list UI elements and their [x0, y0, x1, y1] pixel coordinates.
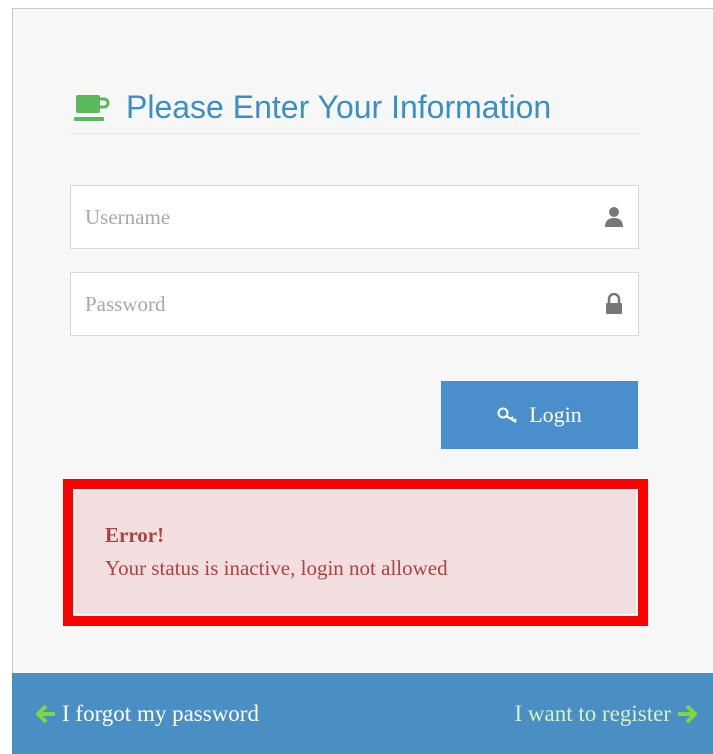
error-highlight: Error! Your status is inactive, login no…: [63, 479, 648, 626]
form-header: Please Enter Your Information: [70, 82, 640, 134]
arrow-left-icon: [36, 704, 55, 723]
page-title: Please Enter Your Information: [126, 89, 552, 125]
error-alert: Error! Your status is inactive, login no…: [75, 491, 636, 614]
login-button-label: Login: [529, 402, 582, 427]
lock-icon: [606, 293, 622, 314]
key-icon: [497, 407, 517, 423]
arrow-right-icon: [678, 704, 697, 723]
forgot-password-link[interactable]: I forgot my password: [36, 701, 259, 727]
error-title: Error!: [105, 523, 165, 547]
username-field-wrapper: [70, 185, 639, 249]
register-label: I want to register: [514, 700, 671, 726]
password-field-wrapper: [70, 272, 639, 336]
user-icon: [605, 207, 623, 227]
error-message: Your status is inactive, login not allow…: [105, 556, 448, 580]
register-link[interactable]: I want to register: [515, 701, 697, 727]
login-button[interactable]: Login: [441, 381, 638, 449]
password-input[interactable]: [71, 273, 638, 335]
username-input[interactable]: [71, 186, 638, 248]
coffee-cup-icon: [74, 94, 110, 121]
footer-bar: I forgot my password I want to register: [12, 673, 713, 754]
forgot-password-label: I forgot my password: [62, 700, 259, 726]
